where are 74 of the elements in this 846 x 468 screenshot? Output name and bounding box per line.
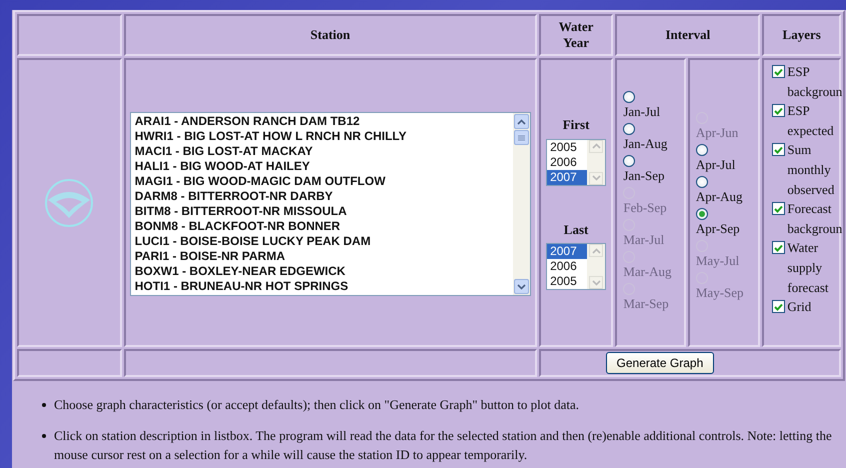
station-option[interactable]: BONM8 - BLACKFOOT-NR BONNER [134, 219, 509, 234]
checkbox[interactable] [772, 104, 786, 117]
station-option[interactable]: ARAI1 - ANDERSON RANCH DAM TB12 [134, 114, 509, 129]
checkbox[interactable] [772, 300, 786, 313]
chevron-up-icon [516, 118, 526, 124]
radio-label: Mar-Jul [623, 232, 664, 246]
radio-button[interactable] [696, 208, 708, 220]
year-option[interactable]: 2006 [547, 154, 588, 170]
year-option[interactable]: 2006 [547, 259, 588, 274]
station-option[interactable]: LUCI1 - BOISE-BOISE LUCKY PEAK DAM [134, 234, 509, 249]
checkbox[interactable] [772, 241, 786, 254]
radio-button[interactable] [623, 154, 636, 166]
layer-label: Grid [787, 298, 812, 316]
chevron-down-icon [592, 175, 601, 181]
year-listbox[interactable]: 2005 2006 2007 [546, 138, 606, 186]
chevron-down-icon [592, 280, 601, 286]
station-option[interactable]: MACI1 - BIG LOST-AT MACKAY [134, 144, 509, 159]
year-listbox[interactable]: 2007 2006 2005 [546, 243, 606, 290]
radio-label: May-Jul [696, 252, 740, 268]
radio-label: May-Sep [696, 284, 744, 300]
column-header: Layers [782, 26, 822, 44]
checkbox[interactable] [772, 143, 786, 156]
radio-button[interactable] [623, 90, 636, 102]
logo-icon [44, 178, 94, 228]
bullet-icon [42, 434, 46, 438]
generate-graph-button[interactable]: Generate Graph [606, 352, 714, 374]
station-option[interactable]: HOTI1 - BRUNEAU-NR HOT SPRINGS [134, 279, 509, 294]
radio-button[interactable] [623, 122, 636, 134]
layer-label: Forecast backgroun [787, 200, 844, 238]
radio-label: Apr-Aug [696, 188, 743, 204]
radio-button[interactable] [696, 144, 708, 156]
checkbox[interactable] [772, 65, 786, 78]
radio-label: Mar-Aug [623, 264, 672, 278]
station-option[interactable]: DARM8 - BITTERROOT-NR DARBY [134, 189, 509, 204]
station-listbox[interactable] [130, 112, 531, 296]
bullet-icon [42, 403, 46, 407]
station-option[interactable]: HWRI1 - BIG LOST-AT HOW L RNCH NR CHILLY [134, 129, 509, 144]
station-option[interactable]: PARI1 - BOISE-NR PARMA [134, 249, 509, 264]
layer-label: ESP expected [787, 102, 835, 140]
layer-label: Water supply forecast [787, 239, 830, 297]
instruction-text: Choose graph characteristics (or accept defaults); then click on "Generate Graph" button to plot data. [54, 396, 580, 414]
scroll-down-button[interactable] [514, 279, 529, 294]
layer-label: ESP backgroun [787, 63, 844, 101]
station-option[interactable]: HALI1 - BIG WOOD-AT HAILEY [134, 159, 509, 174]
radio-label: Mar-Sep [623, 296, 669, 310]
radio-label: Jan-Sep [623, 168, 665, 182]
chevron-down-icon [516, 284, 526, 290]
scroll-thumb[interactable] [514, 130, 529, 145]
year-label: First [562, 116, 590, 134]
grip-icon [518, 134, 525, 140]
radio-label: Jan-Jul [623, 104, 660, 118]
station-option[interactable]: MAGI1 - BIG WOOD-MAGIC DAM OUTFLOW [134, 174, 509, 189]
radio-label: Feb-Sep [623, 200, 667, 214]
radio-label: Jan-Aug [623, 136, 668, 150]
radio-label: Apr-Jul [696, 156, 736, 172]
checkbox[interactable] [772, 202, 786, 215]
chevron-up-icon [592, 143, 601, 149]
year-option[interactable]: 2005 [547, 274, 588, 289]
scroll-up-button[interactable] [514, 114, 529, 129]
radio-label: Apr-Jun [696, 124, 738, 140]
station-option[interactable]: BITM8 - BITTERROOT-NR MISSOULA [134, 204, 509, 219]
year-label: Last [562, 220, 590, 238]
station-option[interactable]: BOXW1 - BOXLEY-NEAR EDGEWICK [134, 264, 509, 279]
column-header: Water Year [558, 18, 594, 52]
chevron-up-icon [592, 248, 601, 254]
year-option[interactable]: 2007 [547, 170, 588, 184]
column-header: Interval [664, 26, 712, 44]
year-option[interactable]: 2007 [547, 244, 588, 259]
instruction-text: Click on station description in listbox. The program will read the data for the selected station and then (re)enable additional controls. Note: letting the mouse cursor rest on a selection for a while will cause the station ID to appear temporarily. [54, 427, 832, 464]
column-header: Station [309, 26, 352, 44]
layer-label: Sum monthly observed [787, 141, 836, 199]
radio-button[interactable] [696, 176, 708, 188]
year-option[interactable]: 2005 [547, 140, 588, 154]
radio-label: Apr-Sep [696, 220, 740, 236]
